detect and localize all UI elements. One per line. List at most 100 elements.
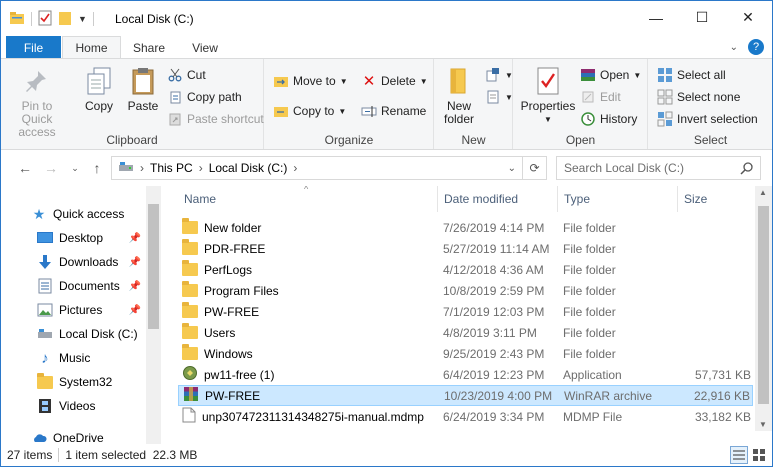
nav-item-documents[interactable]: Documents 📌 xyxy=(37,274,145,298)
paste-shortcut-button[interactable]: Paste shortcut xyxy=(167,109,264,129)
properties-icon xyxy=(532,65,564,97)
file-row[interactable]: pw11-free (1) 6/4/2019 12:23 PM Applicat… xyxy=(178,364,753,385)
file-row-selected[interactable]: PW-FREE 10/23/2019 4:00 PM WinRAR archiv… xyxy=(178,385,753,406)
copy-to-icon xyxy=(273,103,289,119)
tab-file[interactable]: File xyxy=(6,36,61,59)
cut-button[interactable]: Cut xyxy=(167,65,206,85)
tab-share[interactable]: Share xyxy=(125,36,173,59)
recent-locations-icon[interactable]: ⌄ xyxy=(65,158,85,178)
nav-item-pictures[interactable]: Pictures 📌 xyxy=(37,298,145,322)
nav-item-music[interactable]: ♪ Music xyxy=(37,346,145,370)
column-header-size[interactable]: Size xyxy=(678,186,755,212)
edit-button[interactable]: Edit xyxy=(580,87,621,107)
navigation-pane: ★ Quick access Desktop 📌 Downloads 📌 Doc… xyxy=(1,186,161,444)
breadcrumb-this-pc[interactable]: This PC xyxy=(150,161,193,175)
file-row[interactable]: PDR-FREE 5/27/2019 11:14 AM File folder xyxy=(178,238,753,259)
properties-qat-icon[interactable] xyxy=(38,10,52,29)
copy-path-button[interactable]: Copy path xyxy=(167,87,242,107)
easy-access-button[interactable]: ▼ xyxy=(485,87,513,107)
ribbon-tabs: File Home Share View ⌄ ? xyxy=(1,36,772,59)
nav-item-desktop[interactable]: Desktop 📌 xyxy=(37,226,145,250)
file-row[interactable]: PerfLogs 4/12/2018 4:36 AM File folder xyxy=(178,259,753,280)
copy-to-button[interactable]: Copy to ▼ xyxy=(273,101,346,121)
copy-icon xyxy=(83,65,115,97)
file-row[interactable]: Program Files 10/8/2019 2:59 PM File fol… xyxy=(178,280,753,301)
large-icons-view-icon[interactable] xyxy=(750,446,768,464)
music-note-icon: ♪ xyxy=(41,349,49,367)
view-toggle xyxy=(730,446,768,464)
tab-view[interactable]: View xyxy=(181,36,229,59)
open-button[interactable]: Open ▼ xyxy=(580,65,641,85)
nav-pane-scroll-thumb[interactable] xyxy=(148,204,159,329)
qat-dropdown-icon[interactable]: ▼ xyxy=(78,14,87,24)
address-dropdown-icon[interactable]: ⌄ xyxy=(508,163,516,174)
pin-quick-access-button[interactable]: Pin to Quick access xyxy=(9,65,65,139)
rename-button[interactable]: Rename xyxy=(361,101,426,121)
nav-item-downloads[interactable]: Downloads 📌 xyxy=(37,250,145,274)
properties-button[interactable]: Properties ▼ xyxy=(518,65,578,126)
pin-icon xyxy=(21,65,53,97)
paste-button[interactable]: Paste xyxy=(125,65,161,113)
select-all-button[interactable]: Select all xyxy=(657,65,726,85)
pin-icon[interactable]: 📌 xyxy=(129,281,141,292)
breadcrumb-separator: › xyxy=(198,161,203,175)
delete-button[interactable]: ✕ Delete ▼ xyxy=(361,71,428,91)
column-header-date[interactable]: Date modified xyxy=(438,186,558,212)
new-group: New folder ▼ ▼ New xyxy=(435,59,513,149)
column-header-type[interactable]: Type xyxy=(558,186,678,212)
status-bar: 27 items 1 item selected 22.3 MB xyxy=(1,444,772,466)
search-input[interactable]: Search Local Disk (C:) xyxy=(556,156,761,180)
details-view-icon[interactable] xyxy=(730,446,748,464)
file-row[interactable]: Windows 9/25/2019 2:43 PM File folder xyxy=(178,343,753,364)
column-header-name[interactable]: Name xyxy=(178,186,438,212)
nav-item-onedrive[interactable]: OneDrive xyxy=(31,426,161,444)
help-icon[interactable]: ? xyxy=(748,39,764,55)
copy-button[interactable]: Copy xyxy=(81,65,117,113)
nav-pane-scrollbar[interactable] xyxy=(146,186,161,444)
file-row[interactable]: Users 4/8/2019 3:11 PM File folder xyxy=(178,322,753,343)
pin-icon[interactable]: 📌 xyxy=(129,257,141,268)
address-bar[interactable]: › This PC › Local Disk (C:) › ⌄ xyxy=(111,156,523,180)
tab-home[interactable]: Home xyxy=(62,36,121,59)
new-item-icon xyxy=(485,67,501,83)
move-to-button[interactable]: Move to ▼ xyxy=(273,71,348,91)
winrar-archive-icon xyxy=(183,386,199,405)
new-folder-button[interactable]: New folder xyxy=(439,65,479,126)
breadcrumb-local-disk[interactable]: Local Disk (C:) xyxy=(209,161,288,175)
new-folder-qat-icon[interactable] xyxy=(58,10,72,29)
organize-group: Move to ▼ Copy to ▼ ✕ Delete ▼ Rename Or… xyxy=(265,59,434,149)
new-item-button[interactable]: ▼ xyxy=(485,65,513,85)
history-button[interactable]: History xyxy=(580,109,637,129)
minimize-button[interactable]: — xyxy=(633,1,679,34)
easy-access-icon xyxy=(485,89,501,105)
explorer-app-icon[interactable] xyxy=(9,11,25,28)
scroll-up-arrow-icon[interactable]: ▲ xyxy=(759,188,767,197)
file-row[interactable]: PW-FREE 7/1/2019 12:03 PM File folder xyxy=(178,301,753,322)
up-arrow-icon[interactable]: ↑ xyxy=(87,158,107,178)
invert-selection-button[interactable]: Invert selection xyxy=(657,109,758,129)
file-row[interactable]: unp307472311314348275i-manual.mdmp 6/24/… xyxy=(178,406,753,427)
nav-item-local-disk[interactable]: Local Disk (C:) xyxy=(37,322,145,346)
folder-icon xyxy=(182,302,198,318)
scroll-down-arrow-icon[interactable]: ▼ xyxy=(759,420,767,429)
pin-icon[interactable]: 📌 xyxy=(129,233,141,244)
maximize-button[interactable]: ☐ xyxy=(679,1,725,34)
invert-selection-icon xyxy=(657,111,673,127)
explorer-window: ▼ Local Disk (C:) — ☐ ✕ File Home Share … xyxy=(0,0,773,467)
close-button[interactable]: ✕ xyxy=(725,1,771,34)
folder-icon xyxy=(182,344,198,360)
back-arrow-icon[interactable]: ← xyxy=(15,158,35,178)
file-list-scroll-thumb[interactable] xyxy=(758,206,769,404)
file-row[interactable]: New folder 7/26/2019 4:14 PM File folder xyxy=(178,217,753,238)
nav-item-quick-access[interactable]: ★ Quick access xyxy=(31,202,161,226)
nav-item-system32[interactable]: System32 xyxy=(37,370,145,394)
select-none-button[interactable]: Select none xyxy=(657,87,740,107)
refresh-icon[interactable]: ⟳ xyxy=(523,156,547,180)
select-all-icon xyxy=(657,67,673,83)
pin-icon[interactable]: 📌 xyxy=(129,305,141,316)
file-list-scrollbar[interactable]: ▲ ▼ xyxy=(755,186,772,431)
expand-ribbon-icon[interactable]: ⌄ xyxy=(730,42,738,53)
forward-arrow-icon[interactable]: → xyxy=(41,158,61,178)
nav-item-videos[interactable]: Videos xyxy=(37,394,145,418)
paste-icon xyxy=(127,65,159,97)
